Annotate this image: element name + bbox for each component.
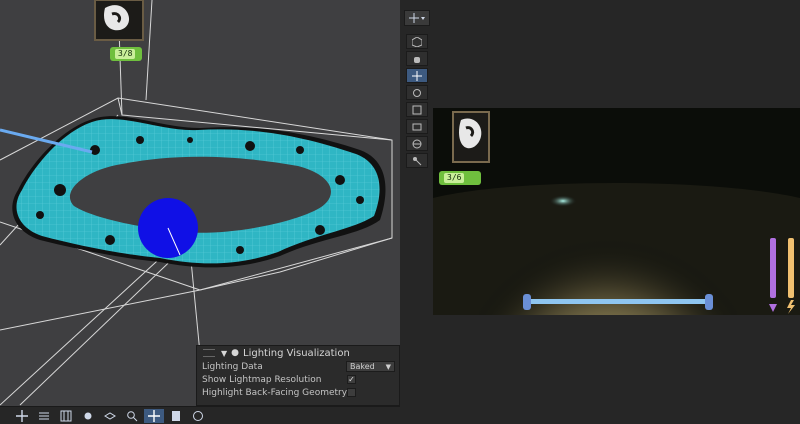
snap-tool-button[interactable] bbox=[56, 409, 76, 423]
cube-tool-button[interactable] bbox=[406, 34, 428, 49]
highlight-backfacing-row: Highlight Back-Facing Geometry bbox=[197, 386, 399, 399]
grid-icon bbox=[39, 412, 49, 419]
energy-meter bbox=[788, 238, 794, 298]
game-counter: 3/6 bbox=[439, 171, 481, 185]
rotate-tool-button[interactable] bbox=[406, 85, 428, 100]
game-counter-text: 3/6 bbox=[444, 173, 465, 183]
lighting-data-row: Lighting Data Baked ▼ bbox=[197, 360, 399, 373]
move-icon bbox=[16, 409, 28, 422]
camera-tool-button[interactable] bbox=[188, 409, 208, 423]
collapse-arrow-icon[interactable]: ▼ bbox=[221, 349, 227, 358]
grid-tool-button[interactable] bbox=[34, 409, 54, 423]
move-arrows-icon bbox=[148, 409, 160, 422]
lighting-data-dropdown[interactable]: Baked ▼ bbox=[346, 361, 395, 372]
show-lightmap-label: Show Lightmap Resolution bbox=[202, 374, 322, 385]
layers-icon bbox=[104, 411, 116, 420]
view-tool-button[interactable] bbox=[406, 51, 428, 66]
bug-icon bbox=[84, 412, 92, 419]
game-render bbox=[433, 108, 800, 315]
chevron-down-icon: ▼ bbox=[385, 362, 391, 371]
show-lightmap-row: Show Lightmap Resolution ✓ bbox=[197, 373, 399, 386]
globe-icon bbox=[412, 139, 422, 148]
lightbulb-icon: ● bbox=[231, 348, 240, 358]
stamina-bar-right-cap bbox=[705, 294, 713, 310]
glowing-pickup bbox=[549, 195, 577, 207]
game-view[interactable]: 3/6 bbox=[433, 108, 800, 315]
transform-tool-button[interactable] bbox=[406, 136, 428, 151]
show-lightmap-checkbox[interactable]: ✓ bbox=[347, 375, 356, 384]
lighting-data-value: Baked bbox=[350, 362, 375, 371]
game-view-panel: 3/6 bbox=[433, 0, 800, 424]
stamina-bar bbox=[529, 299, 707, 304]
rect-tool-button[interactable] bbox=[406, 119, 428, 134]
snap-icon bbox=[60, 410, 72, 421]
rect-icon bbox=[412, 123, 422, 130]
search-icon bbox=[127, 410, 138, 421]
checkmark-icon: ✓ bbox=[348, 375, 355, 384]
cube-icon bbox=[412, 36, 422, 47]
scene-bottom-toolbar bbox=[0, 406, 400, 424]
panel-header[interactable]: ▼ ● Lighting Visualization bbox=[197, 346, 399, 360]
debug-tool-button[interactable] bbox=[78, 409, 98, 423]
move-arrows-icon bbox=[412, 70, 422, 81]
render-icon bbox=[172, 410, 180, 421]
compass-icon bbox=[193, 410, 203, 421]
search-tool-button[interactable] bbox=[122, 409, 142, 423]
scene-tools bbox=[403, 10, 431, 170]
stamina-bar-left-cap bbox=[523, 294, 531, 310]
panel-title: Lighting Visualization bbox=[243, 347, 350, 359]
move-tool-button-side[interactable] bbox=[406, 68, 428, 83]
health-meter bbox=[770, 238, 776, 298]
highlight-backfacing-checkbox[interactable] bbox=[347, 388, 356, 397]
render-tool-button[interactable] bbox=[166, 409, 186, 423]
scene-counter: 3/8 bbox=[110, 47, 142, 61]
drag-handle-icon[interactable] bbox=[203, 349, 215, 357]
custom-tool-icon bbox=[413, 156, 422, 165]
tool-mode-dropdown[interactable] bbox=[404, 10, 430, 26]
move-tool-button[interactable] bbox=[12, 409, 32, 423]
custom-tool-button[interactable] bbox=[406, 153, 428, 168]
scale-tool-button[interactable] bbox=[406, 102, 428, 117]
highlight-backfacing-label: Highlight Back-Facing Geometry bbox=[202, 387, 348, 398]
lighting-data-label: Lighting Data bbox=[202, 361, 263, 372]
move-dropdown-icon bbox=[409, 13, 425, 23]
lighting-visualization-panel[interactable]: ▼ ● Lighting Visualization Lighting Data… bbox=[196, 345, 400, 406]
rotate-icon bbox=[413, 88, 421, 97]
scene-counter-text: 3/8 bbox=[115, 49, 136, 59]
hand-icon bbox=[414, 56, 420, 63]
layer-tool-button[interactable] bbox=[100, 409, 120, 423]
scale-icon bbox=[412, 105, 422, 114]
move-tool-button-2[interactable] bbox=[144, 408, 164, 423]
